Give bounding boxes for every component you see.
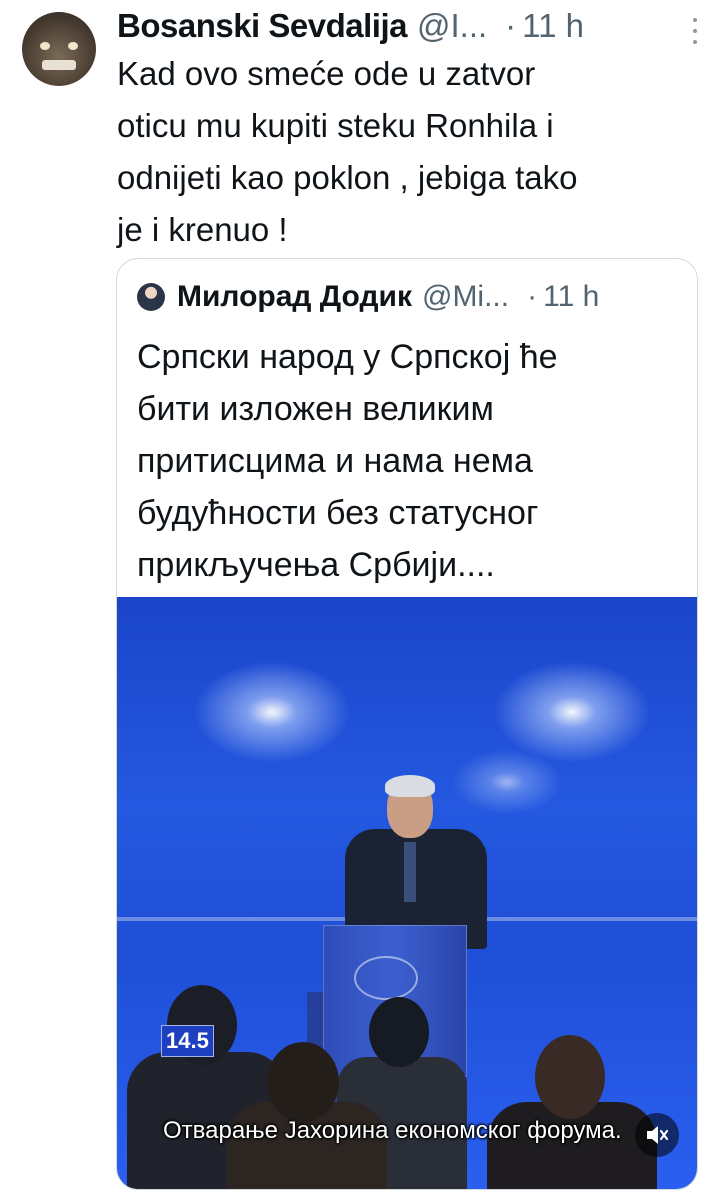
- quoted-tweet-header: Милорад Додик @Mi... · 11 h: [137, 277, 681, 317]
- quoted-tweet-text: Српски народ у Српској ће бити изложен в…: [137, 338, 558, 584]
- tweet-header: Bosanski Sevdalija @I... · 11 h: [117, 6, 700, 46]
- audience-figure: [369, 997, 429, 1067]
- audience-figure: [535, 1035, 605, 1119]
- video-player[interactable]: 14.5 Отварање Јахорина економског форума…: [117, 597, 697, 1189]
- avatar-detail: [42, 60, 76, 70]
- separator-dot: ·: [527, 280, 538, 313]
- user-handle[interactable]: @I...: [417, 7, 487, 45]
- avatar-detail: [68, 42, 78, 50]
- quoted-timestamp: 11 h: [543, 280, 600, 313]
- video-subtitle: Отварање Јахорина економског форума.: [163, 1117, 622, 1144]
- stage-light-decoration: [187, 657, 357, 767]
- channel-badge: 14.5: [161, 1025, 214, 1057]
- quoted-display-name: Милорад Додик: [177, 280, 412, 313]
- avatar[interactable]: [22, 12, 96, 86]
- forum-logo: [354, 956, 418, 1000]
- avatar-detail: [40, 42, 50, 50]
- more-vertical-icon[interactable]: [690, 18, 700, 44]
- quoted-user-handle: @Mi...: [421, 280, 510, 313]
- tweet-text: Kad ovo smeće ode u zatvor oticu mu kupi…: [117, 55, 578, 248]
- speaker-figure: [404, 842, 416, 902]
- volume-muted-icon[interactable]: [635, 1113, 679, 1157]
- audience-figure: [267, 1042, 339, 1122]
- quoted-avatar: [137, 283, 165, 311]
- speaker-figure: [385, 775, 435, 797]
- quoted-tweet-card[interactable]: Милорад Додик @Mi... · 11 h Српски народ…: [116, 258, 698, 1190]
- display-name[interactable]: Bosanski Sevdalija: [117, 7, 407, 45]
- separator-dot: ·: [505, 7, 517, 44]
- stage-light-decoration: [447, 747, 567, 817]
- timestamp[interactable]: 11 h: [522, 7, 584, 45]
